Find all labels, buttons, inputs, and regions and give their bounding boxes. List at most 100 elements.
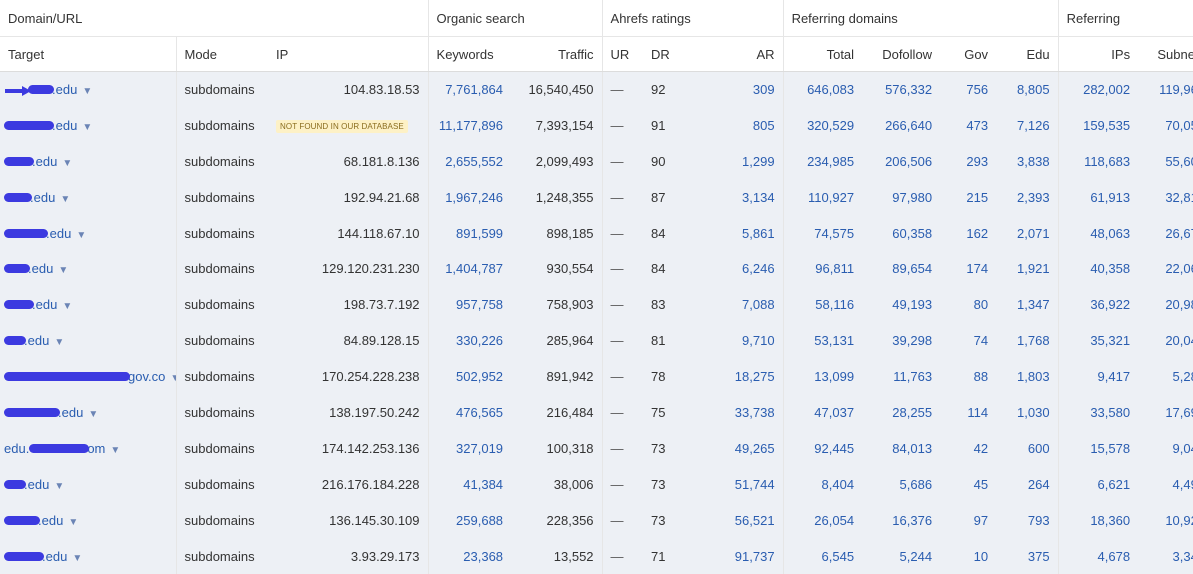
edu-cell[interactable]: 1,768 [996, 323, 1058, 359]
keywords-cell[interactable]: 957,758 [427, 286, 512, 323]
ar-cell[interactable]: 6,246 [695, 251, 783, 287]
keywords-cell[interactable]: 1,967,246 [427, 179, 512, 216]
gov-cell[interactable]: 293 [940, 143, 996, 179]
column-header-dofollow[interactable]: Dofollow [862, 36, 941, 72]
target-cell[interactable]: .edu ▼ [0, 287, 176, 323]
column-header-traffic[interactable]: Traffic [511, 36, 603, 72]
keywords-cell[interactable]: 330,226 [427, 322, 512, 359]
target-link[interactable]: .edu [38, 513, 63, 528]
caret-down-icon[interactable]: ▼ [82, 122, 92, 133]
target-link[interactable]: .edu [32, 297, 57, 312]
dofollow-cell[interactable]: 89,654 [862, 251, 940, 287]
total-cell[interactable]: 646,083 [782, 71, 863, 108]
subnets-cell[interactable]: 4,496 [1138, 466, 1193, 502]
total-cell[interactable]: 74,575 [782, 215, 863, 251]
column-header-subnets[interactable]: Subnets [1138, 36, 1193, 72]
edu-cell[interactable]: 1,803 [996, 359, 1058, 395]
dofollow-cell[interactable]: 206,506 [862, 143, 940, 179]
caret-down-icon[interactable]: ▼ [76, 230, 86, 241]
ips-cell[interactable]: 40,358 [1057, 250, 1139, 287]
column-header-keywords[interactable]: Keywords [427, 36, 512, 72]
gov-cell[interactable]: 473 [940, 107, 996, 143]
subnets-cell[interactable]: 70,052 [1138, 107, 1193, 143]
total-cell[interactable]: 96,811 [782, 250, 863, 287]
gov-cell[interactable]: 114 [940, 395, 996, 431]
total-cell[interactable]: 6,545 [782, 538, 863, 574]
target-cell[interactable]: .edu ▼ [0, 215, 176, 251]
caret-down-icon[interactable]: ▼ [68, 517, 78, 528]
gov-cell[interactable]: 74 [940, 323, 996, 359]
edu-cell[interactable]: 264 [996, 466, 1058, 502]
ar-cell[interactable]: 9,710 [695, 323, 783, 359]
dofollow-cell[interactable]: 11,763 [862, 359, 940, 395]
gov-cell[interactable]: 162 [940, 215, 996, 251]
target-cell[interactable]: .edu ▼ [0, 466, 176, 502]
target-cell[interactable]: edu. om ▼ [0, 430, 176, 466]
total-cell[interactable]: 53,131 [782, 322, 863, 359]
target-cell[interactable]: .edu ▼ [0, 251, 176, 287]
target-link[interactable]: .edu [58, 405, 83, 420]
dofollow-cell[interactable]: 16,376 [862, 502, 940, 538]
target-cell[interactable]: .edu ▼ [0, 502, 176, 538]
ips-cell[interactable]: 61,913 [1057, 179, 1139, 216]
keywords-cell[interactable]: 1,404,787 [427, 250, 512, 287]
gov-cell[interactable]: 756 [940, 72, 996, 108]
target-cell[interactable]: gov.co ▼ [0, 359, 176, 395]
caret-down-icon[interactable]: ▼ [110, 445, 120, 456]
target-cell[interactable]: .edu ▼ [0, 538, 176, 574]
edu-cell[interactable]: 375 [996, 538, 1058, 574]
total-cell[interactable]: 13,099 [782, 358, 863, 395]
caret-down-icon[interactable]: ▼ [62, 301, 72, 312]
ips-cell[interactable]: 48,063 [1057, 215, 1139, 251]
keywords-cell[interactable]: 476,565 [427, 394, 512, 431]
subnets-cell[interactable]: 5,287 [1138, 359, 1193, 395]
column-header-ur[interactable]: UR [601, 36, 644, 72]
target-link[interactable]: .edu [42, 549, 67, 564]
target-link[interactable]: .edu [52, 82, 77, 97]
gov-cell[interactable]: 80 [940, 287, 996, 323]
target-prefix[interactable]: edu. [4, 441, 29, 456]
gov-cell[interactable]: 174 [940, 251, 996, 287]
ar-cell[interactable]: 309 [695, 72, 783, 108]
total-cell[interactable]: 8,404 [782, 466, 863, 503]
keywords-cell[interactable]: 23,368 [427, 538, 512, 574]
edu-cell[interactable]: 1,030 [996, 395, 1058, 431]
column-header-ip[interactable]: IP [268, 36, 429, 72]
column-header-dr[interactable]: DR [643, 36, 696, 72]
edu-cell[interactable]: 3,838 [996, 143, 1058, 179]
subnets-cell[interactable]: 20,040 [1138, 323, 1193, 359]
edu-cell[interactable]: 7,126 [996, 107, 1058, 143]
ips-cell[interactable]: 159,535 [1057, 107, 1139, 144]
column-header-mode[interactable]: Mode [175, 36, 268, 72]
target-link[interactable]: om [87, 441, 105, 456]
edu-cell[interactable]: 793 [996, 502, 1058, 538]
edu-cell[interactable]: 1,347 [996, 287, 1058, 323]
dofollow-cell[interactable]: 5,244 [862, 538, 940, 574]
subnets-cell[interactable]: 22,064 [1138, 251, 1193, 287]
gov-cell[interactable]: 97 [940, 502, 996, 538]
column-header-edu[interactable]: Edu [996, 36, 1059, 72]
subnets-cell[interactable]: 119,967 [1138, 72, 1193, 108]
caret-down-icon[interactable]: ▼ [54, 337, 64, 348]
dofollow-cell[interactable]: 84,013 [862, 430, 940, 466]
gov-cell[interactable]: 215 [940, 179, 996, 215]
ips-cell[interactable]: 282,002 [1057, 71, 1139, 108]
dofollow-cell[interactable]: 49,193 [862, 287, 940, 323]
total-cell[interactable]: 58,116 [782, 286, 863, 323]
dofollow-cell[interactable]: 97,980 [862, 179, 940, 215]
subnets-cell[interactable]: 26,671 [1138, 215, 1193, 251]
target-link[interactable]: .edu [32, 154, 57, 169]
ar-cell[interactable]: 7,088 [695, 287, 783, 323]
column-header-ar[interactable]: AR [695, 36, 784, 72]
caret-down-icon[interactable]: ▼ [60, 194, 70, 205]
caret-down-icon[interactable]: ▼ [58, 265, 68, 276]
ips-cell[interactable]: 33,580 [1057, 394, 1139, 431]
caret-down-icon[interactable]: ▼ [62, 158, 72, 169]
gov-cell[interactable]: 45 [940, 466, 996, 502]
target-link[interactable]: .edu [46, 226, 71, 241]
ips-cell[interactable]: 35,321 [1057, 322, 1139, 359]
edu-cell[interactable]: 2,393 [996, 179, 1058, 215]
ips-cell[interactable]: 18,360 [1057, 502, 1139, 539]
dofollow-cell[interactable]: 39,298 [862, 323, 940, 359]
subnets-cell[interactable]: 10,922 [1138, 502, 1193, 538]
